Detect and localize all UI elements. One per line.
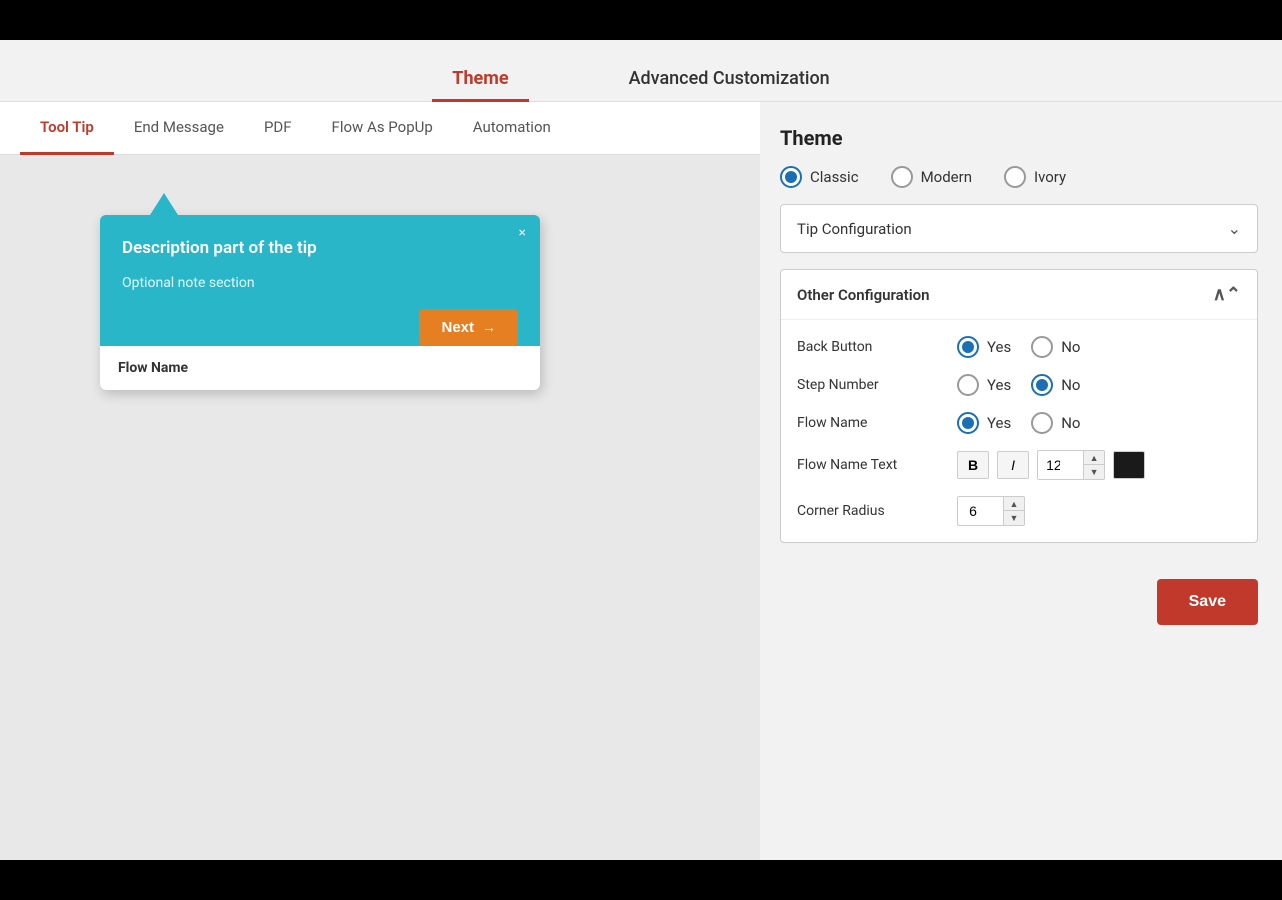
radio-ivory[interactable]: Ivory [1004,166,1066,188]
flow-name-controls: Yes No [957,412,1081,434]
radio-circle-ivory [1004,166,1026,188]
tab-theme[interactable]: Theme [432,58,528,102]
radio-label-ivory: Ivory [1034,168,1066,186]
right-panel: Theme Classic Modern Ivory [760,102,1282,860]
tab-pdf[interactable]: PDF [244,102,312,155]
radio-circle-step-no [1031,374,1053,396]
radio-circle-modern [891,166,913,188]
corner-radius-input[interactable] [958,497,1003,525]
close-icon[interactable]: × [519,225,526,241]
arrow-icon: → [482,319,496,335]
radio-label-flow-yes: Yes [987,414,1011,432]
radio-label-flow-no: No [1061,414,1080,432]
radio-label-back-yes: Yes [987,338,1011,356]
bottom-bar [0,860,1282,900]
color-picker[interactable] [1113,451,1145,479]
radio-step-yes[interactable]: Yes [957,374,1011,396]
tab-tooltip[interactable]: Tool Tip [20,102,114,155]
radio-label-classic: Classic [810,168,859,186]
back-button-controls: Yes No [957,336,1081,358]
radio-flow-no[interactable]: No [1031,412,1080,434]
radio-label-back-no: No [1061,338,1080,356]
corner-radius-spinners: ▲ ▼ [1003,497,1024,525]
tooltip-body: × Description part of the tip Optional n… [100,215,540,327]
corner-radius-row: Corner Radius ▲ ▼ [797,496,1241,526]
theme-options: Classic Modern Ivory [780,166,1258,188]
save-button[interactable]: Save [1157,579,1258,625]
flow-name-text-controls: B I ▲ ▼ [957,450,1145,480]
radio-label-modern: Modern [921,168,972,186]
next-button[interactable]: Next → [419,309,518,346]
flow-name-text-label: Flow Name Text [797,457,957,473]
font-size-input[interactable] [1038,451,1083,479]
step-number-row: Step Number Yes No [797,374,1241,396]
radio-label-step-yes: Yes [987,376,1011,394]
tab-automation[interactable]: Automation [453,102,571,155]
tip-configuration-dropdown[interactable]: Tip Configuration ⌄ [780,204,1258,253]
tab-bar: Tool Tip End Message PDF Flow As PopUp A… [0,102,760,155]
corner-radius-down[interactable]: ▼ [1004,511,1024,525]
tab-advanced-customization[interactable]: Advanced Customization [609,58,850,102]
flow-name-label: Flow Name [797,415,957,431]
corner-radius-up[interactable]: ▲ [1004,497,1024,511]
tip-configuration-label: Tip Configuration [797,220,912,238]
main-area: Theme Advanced Customization Tool Tip En… [0,40,1282,860]
preview-area: × Description part of the tip Optional n… [0,155,760,860]
back-button-row: Back Button Yes No [797,336,1241,358]
other-configuration-header[interactable]: Other Configuration ⌃ [781,270,1257,320]
tooltip-card: × Description part of the tip Optional n… [100,215,540,390]
radio-step-no[interactable]: No [1031,374,1080,396]
radio-back-yes[interactable]: Yes [957,336,1011,358]
back-button-label: Back Button [797,339,957,355]
theme-section: Theme Classic Modern Ivory [780,126,1258,253]
top-navigation: Theme Advanced Customization [0,40,1282,102]
tooltip-note: Optional note section [122,275,518,291]
corner-radius-label: Corner Radius [797,503,957,519]
radio-circle-flow-no [1031,412,1053,434]
font-size-down[interactable]: ▼ [1084,465,1104,479]
corner-radius-input-box: ▲ ▼ [957,496,1025,526]
tooltip-description: Description part of the tip [122,237,518,261]
tab-end-message[interactable]: End Message [114,102,244,155]
radio-circle-flow-yes [957,412,979,434]
radio-modern[interactable]: Modern [891,166,972,188]
radio-circle-back-no [1031,336,1053,358]
italic-button[interactable]: I [997,451,1029,479]
radio-flow-yes[interactable]: Yes [957,412,1011,434]
font-size-up[interactable]: ▲ [1084,451,1104,465]
left-panel: Tool Tip End Message PDF Flow As PopUp A… [0,102,760,860]
next-label: Next [441,319,474,336]
radio-back-no[interactable]: No [1031,336,1080,358]
radio-circle-step-yes [957,374,979,396]
top-bar [0,0,1282,40]
chevron-down-icon: ⌄ [1228,219,1241,238]
other-configuration-label: Other Configuration [797,286,930,304]
font-size-input-box: ▲ ▼ [1037,450,1105,480]
theme-title: Theme [780,126,1258,150]
step-number-controls: Yes No [957,374,1081,396]
tooltip-footer: Flow Name [100,346,540,390]
font-size-spinners: ▲ ▼ [1083,451,1104,479]
content-area: Tool Tip End Message PDF Flow As PopUp A… [0,102,1282,860]
chevron-up-icon: ⌃ [1213,284,1241,305]
radio-circle-classic [780,166,802,188]
other-configuration-body: Back Button Yes No [781,320,1257,542]
other-configuration-box: Other Configuration ⌃ Back Button Yes [780,269,1258,543]
tab-flow-as-popup[interactable]: Flow As PopUp [312,102,453,155]
step-number-label: Step Number [797,377,957,393]
radio-label-step-no: No [1061,376,1080,394]
bold-button[interactable]: B [957,451,989,479]
radio-circle-back-yes [957,336,979,358]
flow-name-row: Flow Name Yes No [797,412,1241,434]
radio-classic[interactable]: Classic [780,166,859,188]
tooltip-arrow [150,193,178,215]
flow-name-text-row: Flow Name Text B I ▲ ▼ [797,450,1241,480]
